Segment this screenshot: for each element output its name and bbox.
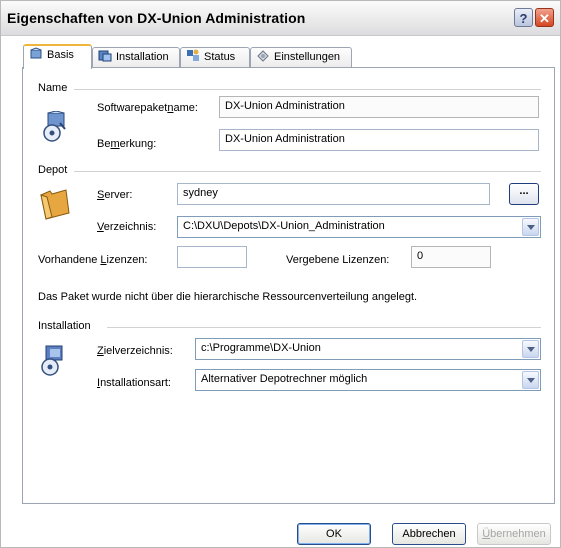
- distribution-info-text: Das Paket wurde nicht über die hierarchi…: [38, 291, 418, 303]
- chevron-down-icon[interactable]: [522, 371, 539, 389]
- name-group-label: Name: [38, 82, 68, 94]
- window-title: Eigenschaften von DX-Union Administratio…: [7, 10, 306, 26]
- installation-type-combo[interactable]: Alternativer Depotrechner möglich: [195, 369, 541, 391]
- install-icon: [98, 50, 112, 62]
- ok-button[interactable]: OK: [297, 523, 371, 545]
- chevron-down-icon[interactable]: [522, 218, 539, 236]
- tab-basis[interactable]: Basis: [23, 44, 92, 69]
- available-licenses-label: Vorhandene Lizenzen:: [38, 254, 148, 266]
- name-group-divider: [74, 89, 541, 90]
- tab-status[interactable]: Status: [180, 47, 250, 67]
- settings-icon: [257, 50, 269, 62]
- properties-dialog: Eigenschaften von DX-Union Administratio…: [0, 0, 561, 548]
- depot-group-divider: [74, 171, 541, 172]
- installation-group-divider: [107, 327, 541, 328]
- target-directory-label: Zielverzeichnis:: [97, 345, 173, 357]
- directory-label: Verzeichnis:: [97, 221, 157, 233]
- browse-button[interactable]: ...: [509, 183, 539, 205]
- server-field[interactable]: sydney: [177, 183, 490, 205]
- available-licenses-field[interactable]: [177, 246, 247, 268]
- package-name-field[interactable]: DX-Union Administration: [219, 96, 539, 118]
- installation-icon: [41, 345, 63, 376]
- target-directory-combo[interactable]: c:\Programme\DX-Union: [195, 338, 541, 360]
- package-name-label: Softwarepaketname:: [97, 102, 198, 114]
- title-bar: Eigenschaften von DX-Union Administratio…: [1, 1, 560, 36]
- close-button[interactable]: ✕: [535, 8, 554, 27]
- installation-group-label: Installation: [38, 320, 91, 332]
- tab-installation[interactable]: Installation: [92, 47, 180, 67]
- status-icon: [187, 49, 199, 61]
- package-icon: [30, 47, 42, 59]
- server-label: Server:: [97, 189, 133, 201]
- package-install-icon: [43, 111, 66, 142]
- installation-type-label: Installationsart:: [97, 377, 171, 389]
- folder-icon: [40, 189, 70, 220]
- remark-label: Bemerkung:: [97, 138, 157, 150]
- cancel-button[interactable]: Abbrechen: [392, 523, 466, 545]
- chevron-down-icon[interactable]: [522, 340, 539, 358]
- apply-button[interactable]: Übernehmen: [477, 523, 551, 545]
- tab-einstellungen[interactable]: Einstellungen: [250, 47, 352, 67]
- directory-combo[interactable]: C:\DXU\Depots\DX-Union_Administration: [177, 216, 541, 238]
- remark-field[interactable]: DX-Union Administration: [219, 129, 539, 151]
- help-button[interactable]: ?: [514, 8, 533, 27]
- assigned-licenses-field: 0: [411, 246, 491, 268]
- depot-group-label: Depot: [38, 164, 68, 176]
- assigned-licenses-label: Vergebene Lizenzen:: [286, 254, 390, 266]
